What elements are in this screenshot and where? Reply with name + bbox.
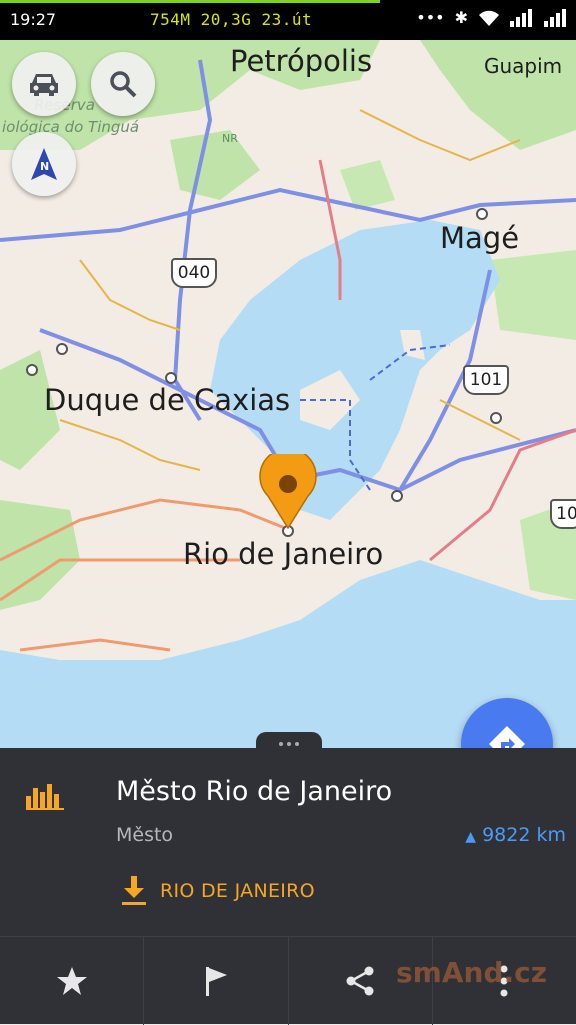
route-shield-10: 10 bbox=[550, 499, 576, 529]
signal-icon bbox=[510, 8, 532, 27]
wifi-icon bbox=[479, 10, 499, 26]
bookmark-button[interactable] bbox=[0, 937, 145, 1025]
panel-drag-handle[interactable] bbox=[256, 732, 322, 750]
map-view[interactable]: Petrópolis Guapim Reserva iológica do Ti… bbox=[0, 40, 576, 748]
city-icon bbox=[26, 784, 64, 810]
map-label-petropolis: Petrópolis bbox=[230, 44, 373, 78]
navigation-mode-button[interactable] bbox=[12, 52, 76, 116]
map-label-mage: Magé bbox=[440, 221, 520, 255]
status-bar: 19:27 754M 20,3G 23.út ••• ✱ bbox=[0, 0, 576, 40]
status-time: 19:27 bbox=[10, 10, 57, 29]
map-label-reserva-2: iológica do Tinguá bbox=[2, 118, 140, 136]
star-icon bbox=[56, 967, 87, 995]
place-name: Město Rio de Janeiro bbox=[116, 776, 393, 807]
bluetooth-icon: ✱ bbox=[454, 8, 468, 27]
download-map-button[interactable]: RIO DE JANEIRO bbox=[160, 880, 315, 902]
route-shield-040: 040 bbox=[171, 258, 217, 288]
search-icon bbox=[110, 71, 137, 98]
map-label-nr: NR bbox=[222, 132, 238, 145]
route-point-button[interactable] bbox=[144, 937, 289, 1025]
download-icon[interactable] bbox=[122, 876, 146, 906]
status-memory-date: 754M 20,3G 23.út bbox=[150, 10, 313, 29]
download-progress-line bbox=[0, 0, 380, 3]
signal-icon bbox=[544, 8, 566, 27]
compass-north-label: N bbox=[40, 160, 50, 173]
distance-value: 9822 km bbox=[482, 824, 566, 846]
place-info-panel[interactable]: Město Rio de Janeiro Město ▲ 9822 km RIO… bbox=[0, 732, 576, 1025]
watermark: smAnd.cz bbox=[396, 956, 548, 989]
location-pin-icon[interactable] bbox=[258, 454, 318, 530]
direction-arrow-icon: ▲ bbox=[465, 829, 477, 845]
share-icon bbox=[346, 966, 374, 996]
more-icon: ••• bbox=[416, 8, 445, 27]
flag-icon bbox=[205, 967, 227, 996]
compass-button[interactable]: N bbox=[12, 132, 76, 196]
map-label-rio-de-janeiro: Rio de Janeiro bbox=[183, 537, 384, 571]
route-shield-101: 101 bbox=[463, 365, 509, 395]
place-type: Město bbox=[116, 824, 174, 846]
map-label-guapimirim: Guapim bbox=[484, 54, 563, 78]
place-distance: ▲ 9822 km bbox=[465, 824, 566, 846]
map-label-duque-de-caxias: Duque de Caxias bbox=[44, 383, 291, 417]
search-button[interactable] bbox=[91, 52, 155, 116]
car-icon bbox=[30, 74, 58, 96]
